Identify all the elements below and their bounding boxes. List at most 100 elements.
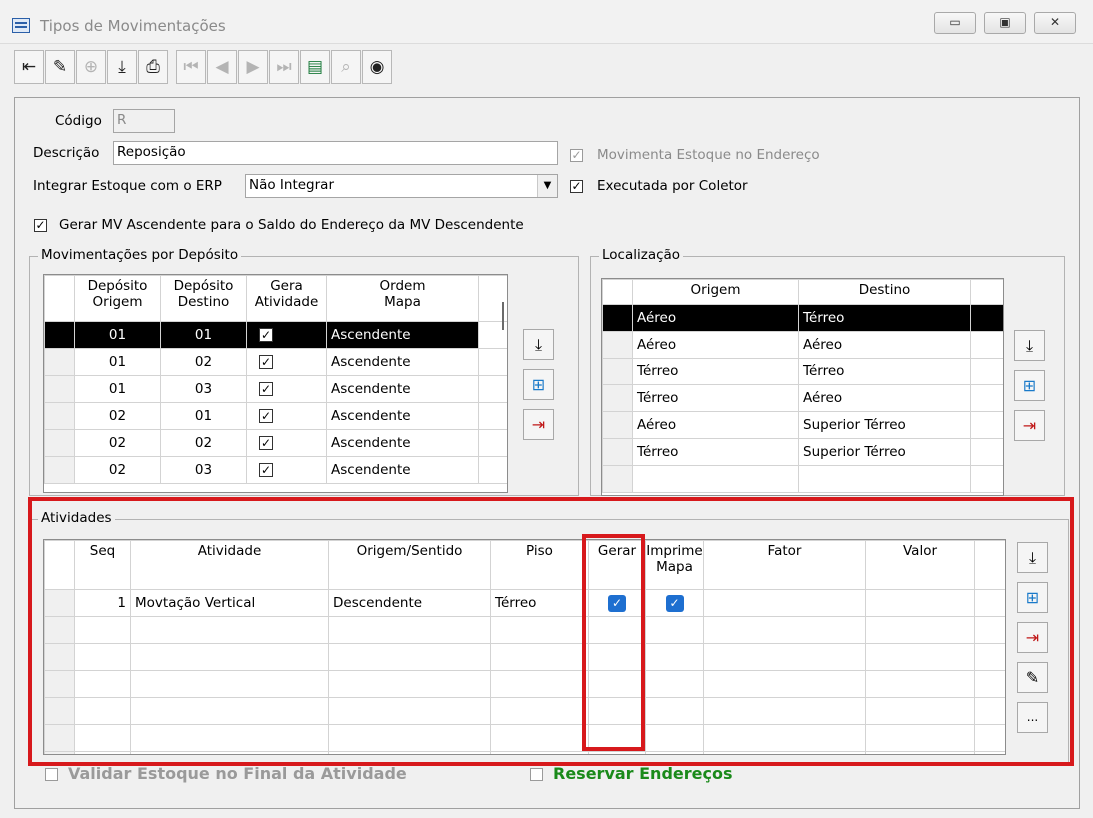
- deposito-row[interactable]: 01 01 ✓ Ascendente: [44, 321, 507, 349]
- localizacao-destino-cell[interactable]: Aéreo: [798, 384, 971, 413]
- gera-atividade-checkbox[interactable]: ✓: [259, 382, 273, 396]
- localizacao-destino-cell[interactable]: Superior Térreo: [798, 437, 971, 466]
- empty-cell[interactable]: [632, 464, 799, 493]
- localizacao-grid[interactable]: Origem Destino Aéreo Térreo Aéreo Aéreo Térr…: [601, 278, 1004, 496]
- deposito-destino-cell[interactable]: 02: [160, 348, 247, 376]
- localizacao-remove-button[interactable]: ⇥: [1014, 410, 1045, 441]
- localizacao-origem-cell[interactable]: Térreo: [632, 437, 799, 466]
- localizacao-row-empty[interactable]: [602, 464, 1003, 493]
- exit-button[interactable]: ⇤: [14, 50, 44, 84]
- col-destino[interactable]: Destino: [798, 279, 971, 305]
- row-indicator[interactable]: [602, 304, 633, 332]
- empty-cell[interactable]: [798, 464, 971, 493]
- localizacao-row[interactable]: Aéreo Superior Térreo: [602, 411, 1003, 439]
- row-indicator[interactable]: [602, 464, 633, 493]
- row-indicator[interactable]: [44, 348, 75, 376]
- deposito-origem-cell[interactable]: 01: [74, 321, 161, 349]
- gera-atividade-cell[interactable]: ✓: [246, 456, 327, 484]
- empty-cell[interactable]: [970, 464, 1003, 493]
- deposito-origem-cell[interactable]: 02: [74, 402, 161, 430]
- col-deposito-origem[interactable]: Depósito Origem: [74, 275, 161, 322]
- reservar-checkbox[interactable]: [530, 768, 543, 781]
- col-origem[interactable]: Origem: [632, 279, 799, 305]
- gera-atividade-checkbox[interactable]: ✓: [259, 436, 273, 450]
- row-indicator[interactable]: [602, 357, 633, 386]
- row-indicator[interactable]: [44, 321, 75, 349]
- localizacao-destino-cell[interactable]: Térreo: [798, 357, 971, 386]
- localizacao-origem-cell[interactable]: Térreo: [632, 384, 799, 413]
- clear-button[interactable]: ✎: [45, 50, 75, 84]
- print-button[interactable]: ⎙: [138, 50, 168, 84]
- ordem-mapa-cell[interactable]: Ascendente: [326, 456, 479, 484]
- localizacao-row[interactable]: Térreo Térreo: [602, 357, 1003, 386]
- ordem-mapa-cell[interactable]: Ascendente: [326, 375, 479, 403]
- ordem-mapa-cell[interactable]: Ascendente: [326, 429, 479, 457]
- deposito-row[interactable]: 02 01 ✓ Ascendente: [44, 402, 507, 430]
- deposito-remove-button[interactable]: ⇥: [523, 409, 554, 440]
- deposito-origem-cell[interactable]: 01: [74, 375, 161, 403]
- row-indicator[interactable]: [602, 437, 633, 466]
- movimenta-checkbox[interactable]: ✓: [570, 149, 583, 162]
- row-indicator[interactable]: [602, 330, 633, 359]
- gera-atividade-cell[interactable]: ✓: [246, 375, 327, 403]
- codigo-field[interactable]: R: [113, 109, 175, 133]
- gerar-mv-checkbox[interactable]: ✓: [34, 219, 47, 232]
- row-indicator[interactable]: [602, 384, 633, 413]
- localizacao-origem-cell[interactable]: Aéreo: [632, 411, 799, 439]
- localizacao-row[interactable]: Térreo Aéreo: [602, 384, 1003, 413]
- deposito-destino-cell[interactable]: 03: [160, 375, 247, 403]
- next-record-button[interactable]: ▶: [238, 50, 268, 84]
- gera-atividade-checkbox[interactable]: ✓: [259, 409, 273, 423]
- maximize-button[interactable]: ▣: [984, 12, 1026, 34]
- deposito-destino-cell[interactable]: 03: [160, 456, 247, 484]
- deposito-add-button[interactable]: ⊞: [523, 369, 554, 400]
- deposito-grid[interactable]: Depósito Origem Depósito Destino Gera At…: [43, 274, 508, 493]
- deposito-row[interactable]: 02 03 ✓ Ascendente: [44, 456, 507, 484]
- row-indicator[interactable]: [602, 411, 633, 439]
- scroll-marker[interactable]: [502, 302, 504, 330]
- new-button[interactable]: ⊕: [76, 50, 106, 84]
- save-button[interactable]: ⤓: [107, 50, 137, 84]
- gera-atividade-cell[interactable]: ✓: [246, 348, 327, 376]
- localizacao-add-button[interactable]: ⊞: [1014, 370, 1045, 401]
- chevron-down-icon[interactable]: ▼: [537, 175, 557, 197]
- localizacao-row[interactable]: Térreo Superior Térreo: [602, 437, 1003, 466]
- localizacao-origem-cell[interactable]: Aéreo: [632, 330, 799, 359]
- row-indicator[interactable]: [44, 375, 75, 403]
- first-record-button[interactable]: ⏮: [176, 50, 206, 84]
- localizacao-row[interactable]: Aéreo Aéreo: [602, 330, 1003, 359]
- gera-atividade-checkbox[interactable]: ✓: [259, 463, 273, 477]
- gera-atividade-cell[interactable]: ✓: [246, 402, 327, 430]
- close-button[interactable]: ✕: [1034, 12, 1076, 34]
- integrar-select[interactable]: Não Integrar ▼: [245, 174, 558, 198]
- col-ordem-mapa[interactable]: Ordem Mapa: [326, 275, 479, 322]
- gera-atividade-cell[interactable]: ✓: [246, 429, 327, 457]
- deposito-destino-cell[interactable]: 01: [160, 321, 247, 349]
- localizacao-destino-cell[interactable]: Superior Térreo: [798, 411, 971, 439]
- localizacao-origem-cell[interactable]: Térreo: [632, 357, 799, 386]
- deposito-origem-cell[interactable]: 02: [74, 429, 161, 457]
- ordem-mapa-cell[interactable]: Ascendente: [326, 321, 479, 349]
- row-indicator[interactable]: [44, 402, 75, 430]
- last-record-button[interactable]: ⏭: [269, 50, 299, 84]
- localizacao-insert-button[interactable]: ⤓: [1014, 330, 1045, 361]
- ordem-mapa-cell[interactable]: Ascendente: [326, 348, 479, 376]
- list-button[interactable]: ▤: [300, 50, 330, 84]
- validar-checkbox[interactable]: [45, 768, 58, 781]
- ordem-mapa-cell[interactable]: Ascendente: [326, 402, 479, 430]
- col-deposito-destino[interactable]: Depósito Destino: [160, 275, 247, 322]
- deposito-insert-button[interactable]: ⤓: [523, 329, 554, 360]
- gera-atividade-cell[interactable]: ✓: [246, 321, 327, 349]
- descricao-field[interactable]: Reposição: [113, 141, 558, 165]
- search-button[interactable]: ⌕: [331, 50, 361, 84]
- minimize-button[interactable]: ▭: [934, 12, 976, 34]
- deposito-origem-cell[interactable]: 01: [74, 348, 161, 376]
- row-indicator[interactable]: [44, 456, 75, 484]
- gera-atividade-checkbox[interactable]: ✓: [259, 355, 273, 369]
- deposito-origem-cell[interactable]: 02: [74, 456, 161, 484]
- prev-record-button[interactable]: ◀: [207, 50, 237, 84]
- col-gera-atividade[interactable]: Gera Atividade: [246, 275, 327, 322]
- localizacao-destino-cell[interactable]: Térreo: [798, 304, 971, 332]
- deposito-row[interactable]: 01 03 ✓ Ascendente: [44, 375, 507, 403]
- deposito-destino-cell[interactable]: 02: [160, 429, 247, 457]
